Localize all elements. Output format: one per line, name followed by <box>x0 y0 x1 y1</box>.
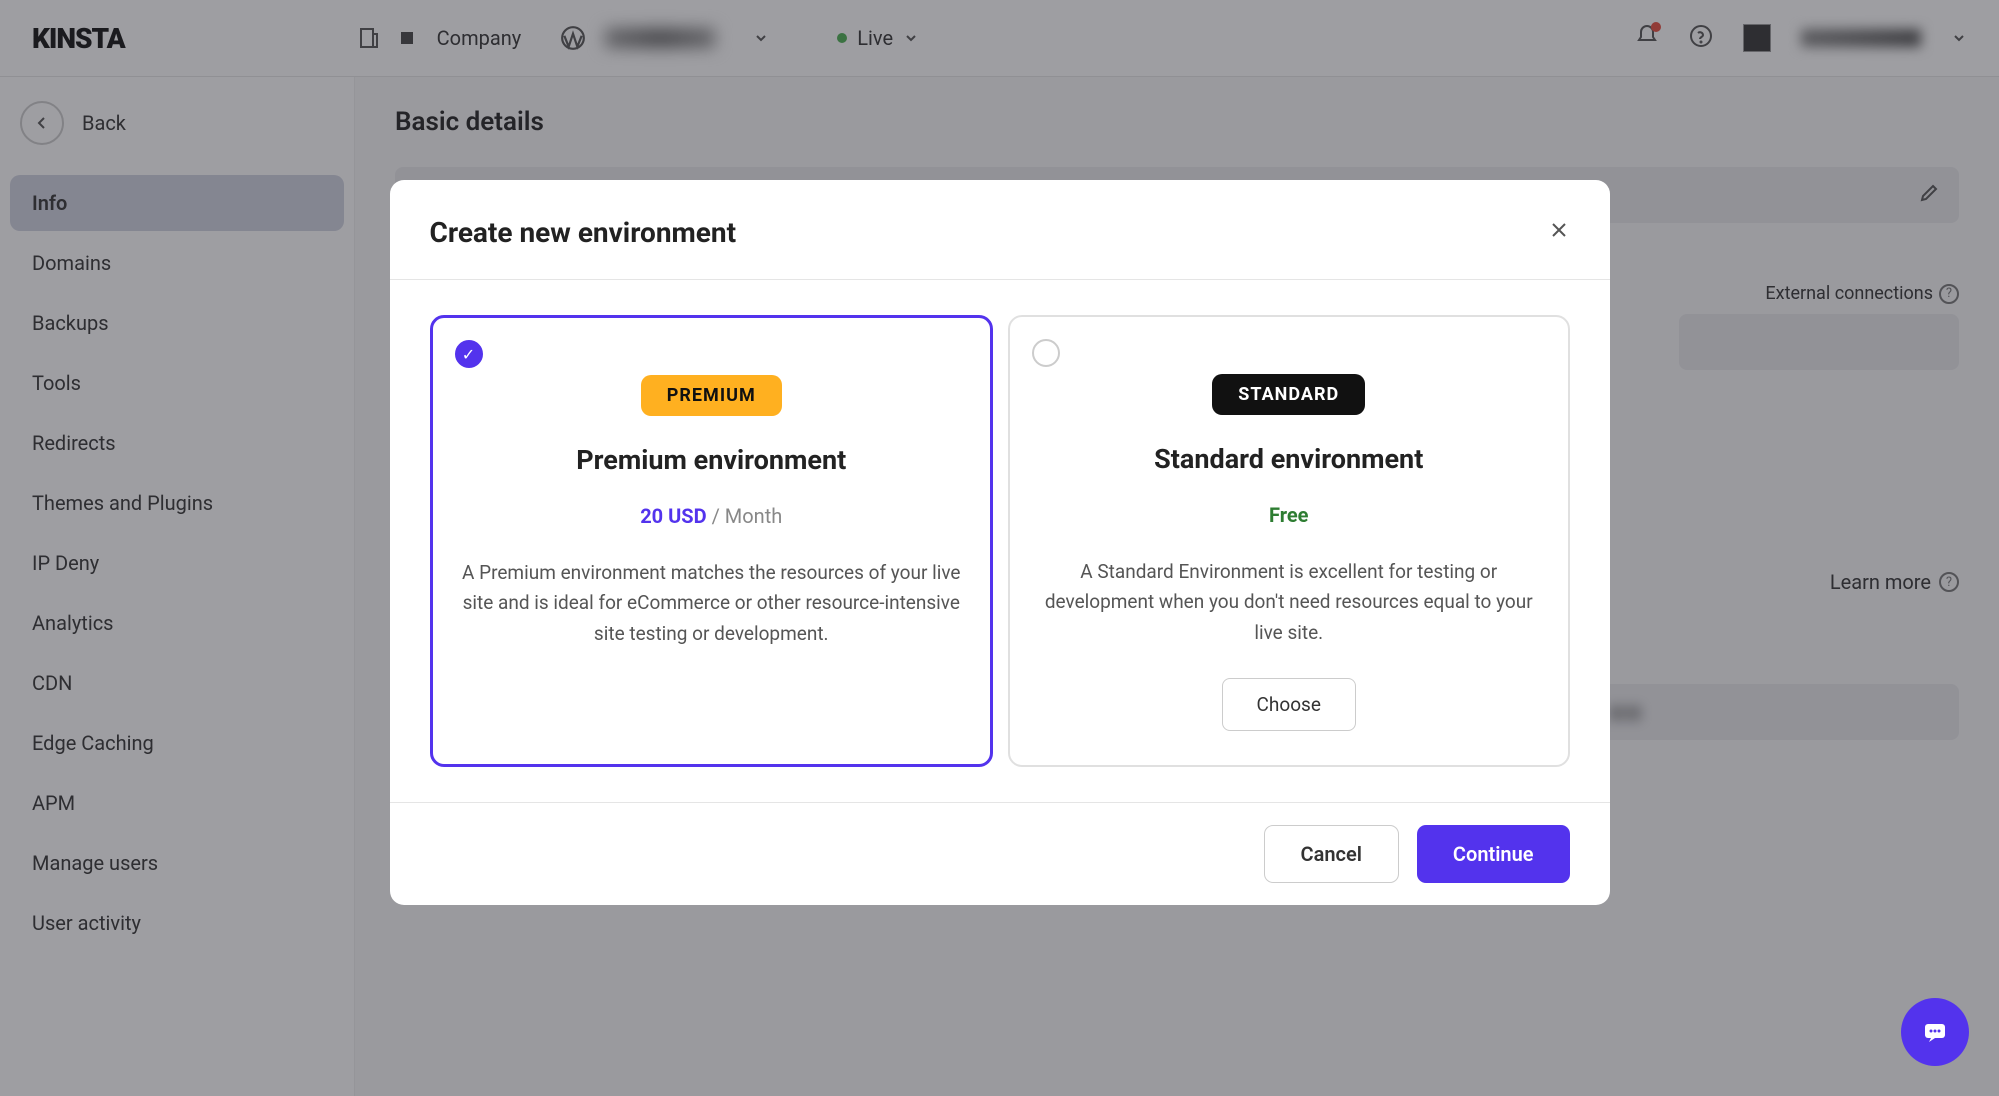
create-environment-modal: Create new environment PREMIUM Premium e… <box>390 180 1610 905</box>
continue-button[interactable]: Continue <box>1417 825 1570 883</box>
chat-icon <box>1919 1016 1951 1048</box>
choose-standard-button[interactable]: Choose <box>1222 678 1356 731</box>
standard-option-card[interactable]: STANDARD Standard environment Free A Sta… <box>1008 315 1570 767</box>
close-icon <box>1548 219 1570 241</box>
standard-description: A Standard Environment is excellent for … <box>1038 557 1540 648</box>
chat-fab-button[interactable] <box>1901 998 1969 1066</box>
premium-option-card[interactable]: PREMIUM Premium environment 20 USD / Mon… <box>430 315 994 767</box>
standard-title: Standard environment <box>1038 443 1540 475</box>
modal-title: Create new environment <box>430 216 737 249</box>
premium-badge: PREMIUM <box>641 375 782 416</box>
environment-options: PREMIUM Premium environment 20 USD / Mon… <box>390 280 1610 802</box>
modal-footer: Cancel Continue <box>390 802 1610 905</box>
cancel-button[interactable]: Cancel <box>1264 825 1399 883</box>
standard-price: Free <box>1038 503 1540 527</box>
close-modal-button[interactable] <box>1548 218 1570 248</box>
premium-title: Premium environment <box>461 444 963 476</box>
premium-price: 20 USD / Month <box>461 504 963 528</box>
modal-overlay: Create new environment PREMIUM Premium e… <box>0 0 1999 1096</box>
premium-description: A Premium environment matches the resour… <box>461 558 963 649</box>
standard-badge: STANDARD <box>1212 374 1365 415</box>
standard-radio[interactable] <box>1032 339 1060 367</box>
modal-header: Create new environment <box>390 180 1610 279</box>
premium-radio[interactable] <box>455 340 483 368</box>
